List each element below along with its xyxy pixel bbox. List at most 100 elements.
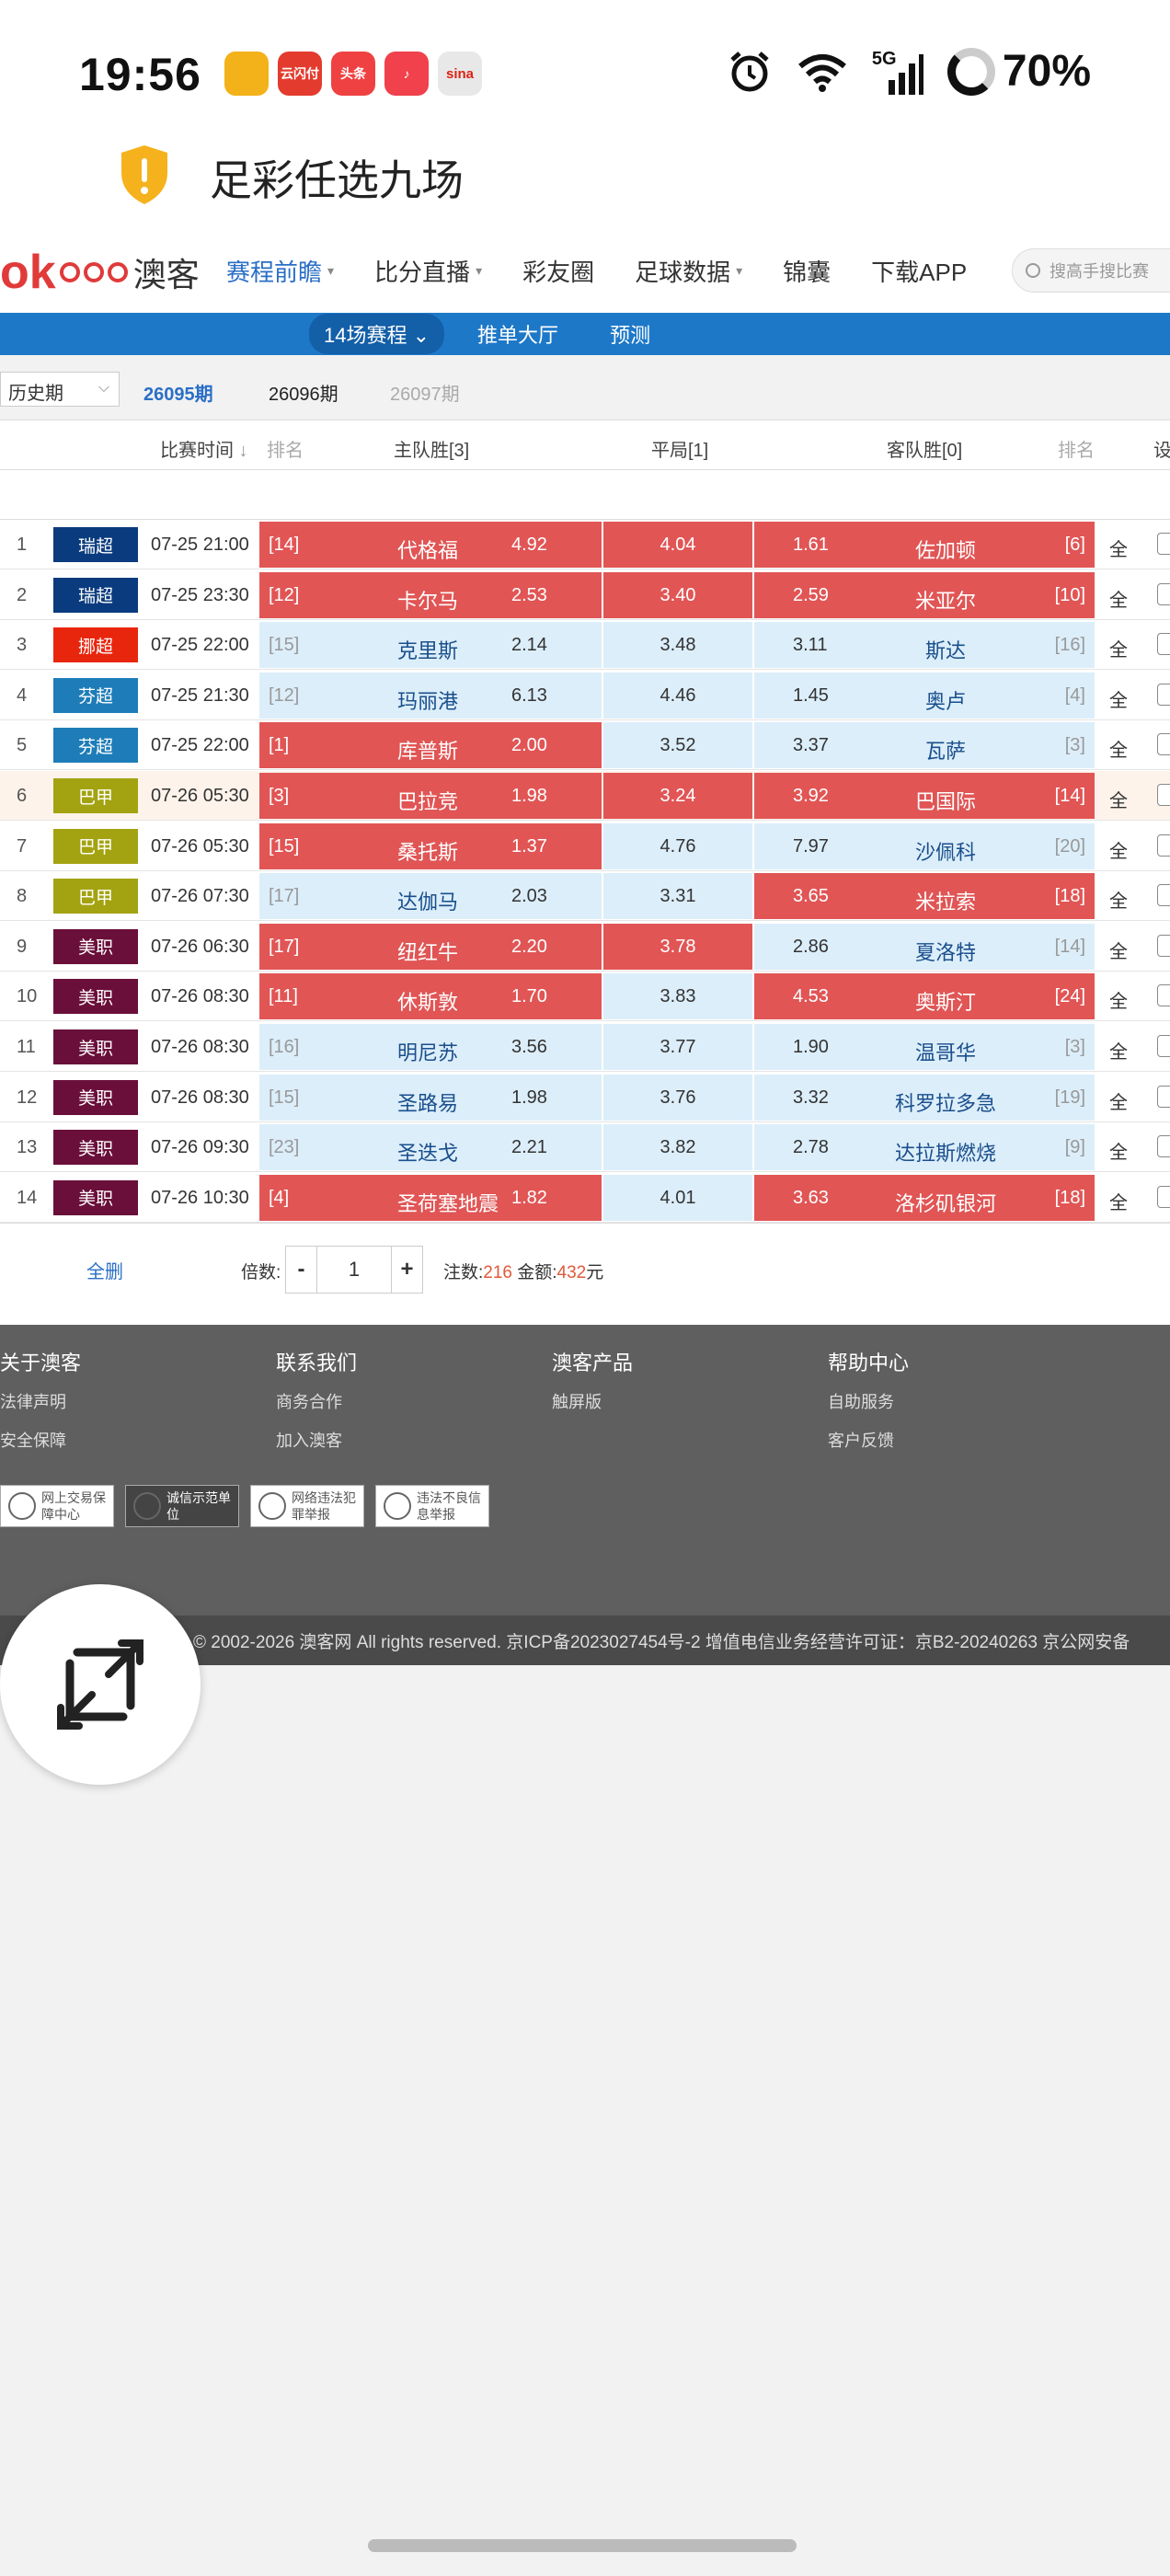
select-all-button[interactable]: 全 — [1109, 535, 1128, 561]
draw-cell[interactable]: 4.01 — [603, 1174, 752, 1221]
multiplier-minus-button[interactable]: - — [286, 1247, 317, 1293]
home-win-cell[interactable]: [15] 圣路易 1.98 — [259, 1074, 602, 1121]
home-win-cell[interactable]: [12] 玛丽港 6.13 — [259, 672, 602, 719]
row-checkbox[interactable] — [1157, 1185, 1170, 1208]
footer-link[interactable]: 客户反馈 — [828, 1428, 909, 1452]
footer-link[interactable]: 触屏版 — [552, 1389, 633, 1413]
row-checkbox[interactable] — [1157, 633, 1170, 656]
row-checkbox[interactable] — [1157, 533, 1170, 555]
nav-item-5[interactable]: 下载APP — [871, 254, 967, 288]
home-win-cell[interactable]: [23] 圣迭戈 2.21 — [259, 1124, 602, 1171]
select-all-button[interactable]: 全 — [1109, 986, 1128, 1013]
draw-cell[interactable]: 3.82 — [603, 1124, 752, 1171]
nav-item-0[interactable]: 赛程前瞻 ▾ — [226, 254, 334, 288]
away-win-cell[interactable]: 3.92 巴国际 [14] — [754, 773, 1095, 819]
draw-cell[interactable]: 4.04 — [603, 522, 752, 568]
away-win-cell[interactable]: 2.78 达拉斯燃烧 [9] — [754, 1124, 1095, 1171]
select-all-button[interactable]: 全 — [1109, 836, 1128, 863]
period-current[interactable]: 26095期 — [143, 379, 213, 406]
draw-cell[interactable]: 3.40 — [603, 571, 752, 618]
nav-item-3[interactable]: 足球数据 ▾ — [635, 254, 742, 288]
footer-link[interactable]: 自助服务 — [828, 1389, 909, 1413]
header-time[interactable]: 比赛时间 ↓ — [160, 435, 248, 462]
trust-badge[interactable]: 网上交易保障中心 — [0, 1485, 114, 1527]
row-checkbox[interactable] — [1157, 1085, 1170, 1108]
home-win-cell[interactable]: [4] 圣荷塞地震 1.82 — [259, 1174, 602, 1221]
away-win-cell[interactable]: 7.97 沙佩科 [20] — [754, 822, 1095, 869]
row-checkbox[interactable] — [1157, 784, 1170, 806]
away-win-cell[interactable]: 3.32 科罗拉多急 [19] — [754, 1074, 1095, 1121]
row-checkbox[interactable] — [1157, 1035, 1170, 1057]
row-checkbox[interactable] — [1157, 582, 1170, 605]
row-checkbox[interactable] — [1157, 683, 1170, 706]
away-win-cell[interactable]: 1.45 奥卢 [4] — [754, 672, 1095, 719]
footer-link[interactable]: 加入澳客 — [276, 1428, 357, 1452]
home-win-cell[interactable]: [16] 明尼苏 3.56 — [259, 1024, 602, 1070]
delete-all-button[interactable]: 全删 — [86, 1257, 123, 1283]
away-win-cell[interactable]: 3.65 米拉索 [18] — [754, 873, 1095, 920]
draw-cell[interactable]: 4.76 — [603, 822, 752, 869]
draw-cell[interactable]: 3.52 — [603, 722, 752, 769]
nav-item-2[interactable]: 彩友圈 — [522, 254, 594, 288]
away-win-cell[interactable]: 3.63 洛杉矶银河 [18] — [754, 1174, 1095, 1221]
footer-link[interactable]: 安全保障 — [0, 1428, 81, 1452]
row-checkbox[interactable] — [1157, 1135, 1170, 1158]
home-indicator[interactable] — [368, 2539, 797, 2552]
nav-item-1[interactable]: 比分直播 ▾ — [374, 254, 482, 288]
select-all-button[interactable]: 全 — [1109, 886, 1128, 913]
select-all-button[interactable]: 全 — [1109, 585, 1128, 612]
draw-cell[interactable]: 3.48 — [603, 622, 752, 669]
select-all-button[interactable]: 全 — [1109, 1087, 1128, 1114]
select-all-button[interactable]: 全 — [1109, 1137, 1128, 1164]
select-all-button[interactable]: 全 — [1109, 937, 1128, 963]
search-input[interactable]: 搜高手搜比赛 — [1012, 248, 1170, 293]
collapse-float-button[interactable] — [0, 1584, 201, 1785]
away-win-cell[interactable]: 4.53 奥斯汀 [24] — [754, 973, 1095, 1020]
row-checkbox[interactable] — [1157, 884, 1170, 907]
tab-14-matches[interactable]: 14场赛程 ⌄ — [309, 314, 445, 354]
history-period-select[interactable]: 历史期 ⌵ — [0, 372, 120, 407]
home-win-cell[interactable]: [15] 克里斯 2.14 — [259, 622, 602, 669]
warning-shield-icon[interactable] — [118, 144, 171, 206]
trust-badge[interactable]: 违法不良信息举报 — [375, 1485, 489, 1527]
trust-badge[interactable]: 网络违法犯罪举报 — [250, 1485, 364, 1527]
row-checkbox[interactable] — [1157, 733, 1170, 756]
away-win-cell[interactable]: 1.90 温哥华 [3] — [754, 1024, 1095, 1070]
home-win-cell[interactable]: [14] 代格福 4.92 — [259, 522, 602, 568]
home-win-cell[interactable]: [15] 桑托斯 1.37 — [259, 822, 602, 869]
away-win-cell[interactable]: 2.86 夏洛特 [14] — [754, 923, 1095, 970]
draw-cell[interactable]: 3.78 — [603, 923, 752, 970]
select-all-button[interactable]: 全 — [1109, 1037, 1128, 1064]
select-all-button[interactable]: 全 — [1109, 1188, 1128, 1214]
tab-prediction[interactable]: 预测 — [610, 319, 650, 349]
select-all-button[interactable]: 全 — [1109, 735, 1128, 762]
home-win-cell[interactable]: [3] 巴拉竞 1.98 — [259, 773, 602, 819]
select-all-button[interactable]: 全 — [1109, 635, 1128, 661]
okooo-logo[interactable]: ok 澳客 — [0, 245, 200, 300]
multiplier-input[interactable]: 1 — [317, 1247, 391, 1293]
away-win-cell[interactable]: 3.37 瓦萨 [3] — [754, 722, 1095, 769]
away-win-cell[interactable]: 3.11 斯达 [16] — [754, 622, 1095, 669]
draw-cell[interactable]: 3.24 — [603, 773, 752, 819]
trust-badge[interactable]: 诚信示范单位 — [125, 1485, 239, 1527]
nav-item-4[interactable]: 锦囊 — [783, 254, 831, 288]
draw-cell[interactable]: 3.77 — [603, 1024, 752, 1070]
footer-link[interactable]: 法律声明 — [0, 1389, 81, 1413]
period-next[interactable]: 26096期 — [269, 379, 338, 406]
row-checkbox[interactable] — [1157, 834, 1170, 857]
draw-cell[interactable]: 3.31 — [603, 873, 752, 920]
row-checkbox[interactable] — [1157, 984, 1170, 1007]
home-win-cell[interactable]: [17] 达伽马 2.03 — [259, 873, 602, 920]
away-win-cell[interactable]: 2.59 米亚尔 [10] — [754, 571, 1095, 618]
select-all-button[interactable]: 全 — [1109, 786, 1128, 812]
row-checkbox[interactable] — [1157, 934, 1170, 957]
away-win-cell[interactable]: 1.61 佐加顿 [6] — [754, 522, 1095, 568]
tab-tips-hall[interactable]: 推单大厅 — [477, 319, 558, 349]
select-all-button[interactable]: 全 — [1109, 685, 1128, 712]
draw-cell[interactable]: 3.76 — [603, 1074, 752, 1121]
draw-cell[interactable]: 3.83 — [603, 973, 752, 1020]
footer-link[interactable]: 商务合作 — [276, 1389, 357, 1413]
draw-cell[interactable]: 4.46 — [603, 672, 752, 719]
home-win-cell[interactable]: [11] 休斯敦 1.70 — [259, 973, 602, 1020]
multiplier-plus-button[interactable]: + — [391, 1247, 422, 1293]
